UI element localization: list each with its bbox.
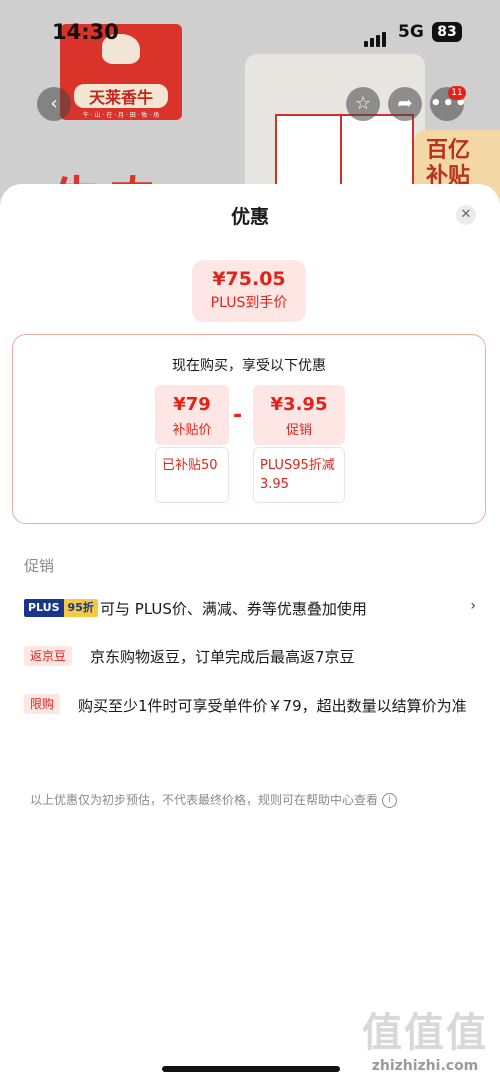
final-price-label: PLUS到手价 [210, 295, 288, 311]
network-type: 5G [398, 22, 424, 42]
chevron-right-icon: › [470, 598, 476, 614]
minus-operator: - [233, 403, 243, 428]
sheet-title: 优惠 [230, 206, 269, 228]
price-calculation-box: 现在购买，享受以下优惠 ¥79 补贴价 - ¥3.95 促销 已补贴50 PLU… [12, 334, 486, 524]
discount-price: ¥3.95 [270, 394, 328, 415]
final-price: ¥75.05 [212, 268, 286, 290]
status-time: 14:30 [52, 20, 119, 44]
site-watermark: 值值值 zhizhizhi.com [350, 1000, 500, 1082]
back-button[interactable]: ‹ [37, 87, 71, 121]
disclaimer: 以上优惠仅为初步预估，不代表最终价格，规则可在帮助中心查看 i [30, 791, 398, 808]
signal-icon [364, 28, 388, 47]
watermark-mark: 值值值 [362, 1010, 488, 1056]
brand-subtitle: 牛 · 山 · 在 · 月 · 田 · 牧 · 场 [82, 112, 160, 119]
base-price: ¥79 [173, 394, 211, 415]
limit-tag: 限购 [24, 694, 61, 714]
notification-badge: 11 [448, 86, 466, 100]
discount-pill: ¥3.95 促销 [253, 385, 345, 445]
discount-label: 促销 [285, 423, 312, 438]
jingdou-tag: 返京豆 [24, 646, 73, 666]
base-price-label: 补贴价 [172, 423, 212, 438]
watermark-site: zhizhizhi.com [371, 1058, 479, 1074]
section-label-promotions: 促销 [24, 557, 55, 575]
promo-text: 购买至少1件时可享受单件价￥79，超出数量以结算价为准 [78, 697, 467, 715]
star-icon: ☆ [354, 93, 372, 114]
share-icon: ➦ [397, 93, 413, 114]
home-indicator[interactable] [162, 1066, 340, 1072]
plus-discount-tag: PLUS 95折 [24, 598, 98, 617]
base-price-pill: ¥79 补贴价 [155, 385, 229, 445]
discount-note: PLUS95折减3.95 [253, 447, 345, 503]
promo-row-jingdou: 返京豆 京东购物返豆，订单完成后最高返7京豆 [24, 646, 476, 670]
disclaimer-text: 以上优惠仅为初步预估，不代表最终价格，规则可在帮助中心查看 [30, 793, 379, 807]
discount-sheet: 优惠 ✕ ¥75.05 PLUS到手价 现在购买，享受以下优惠 ¥79 补贴价 … [0, 184, 500, 1082]
close-button[interactable]: ✕ [456, 205, 476, 225]
promo-row-limit: 限购 购买至少1件时可享受单件价￥79，超出数量以结算价为准 [24, 694, 476, 746]
base-price-note: 已补贴50 [155, 447, 229, 503]
info-icon[interactable]: i [382, 793, 398, 808]
final-price-box: ¥75.05 PLUS到手价 [192, 260, 306, 322]
brand-name: 天莱香牛 [74, 84, 168, 108]
calc-title: 现在购买，享受以下优惠 [172, 358, 326, 374]
chevron-left-icon: ‹ [50, 93, 58, 114]
share-button[interactable]: ➦ [388, 87, 422, 121]
promo-text: 可与 PLUS价、满减、券等优惠叠加使用 [100, 600, 367, 618]
status-bar: 14:30 5G 83 [0, 0, 500, 50]
battery-icon: 83 [432, 22, 462, 42]
close-icon: ✕ [460, 207, 472, 222]
favorite-button[interactable]: ☆ [346, 87, 380, 121]
promo-text: 京东购物返豆，订单完成后最高返7京豆 [90, 648, 355, 666]
promo-row-plus[interactable]: PLUS 95折 可与 PLUS价、满减、券等优惠叠加使用 › [24, 598, 476, 622]
